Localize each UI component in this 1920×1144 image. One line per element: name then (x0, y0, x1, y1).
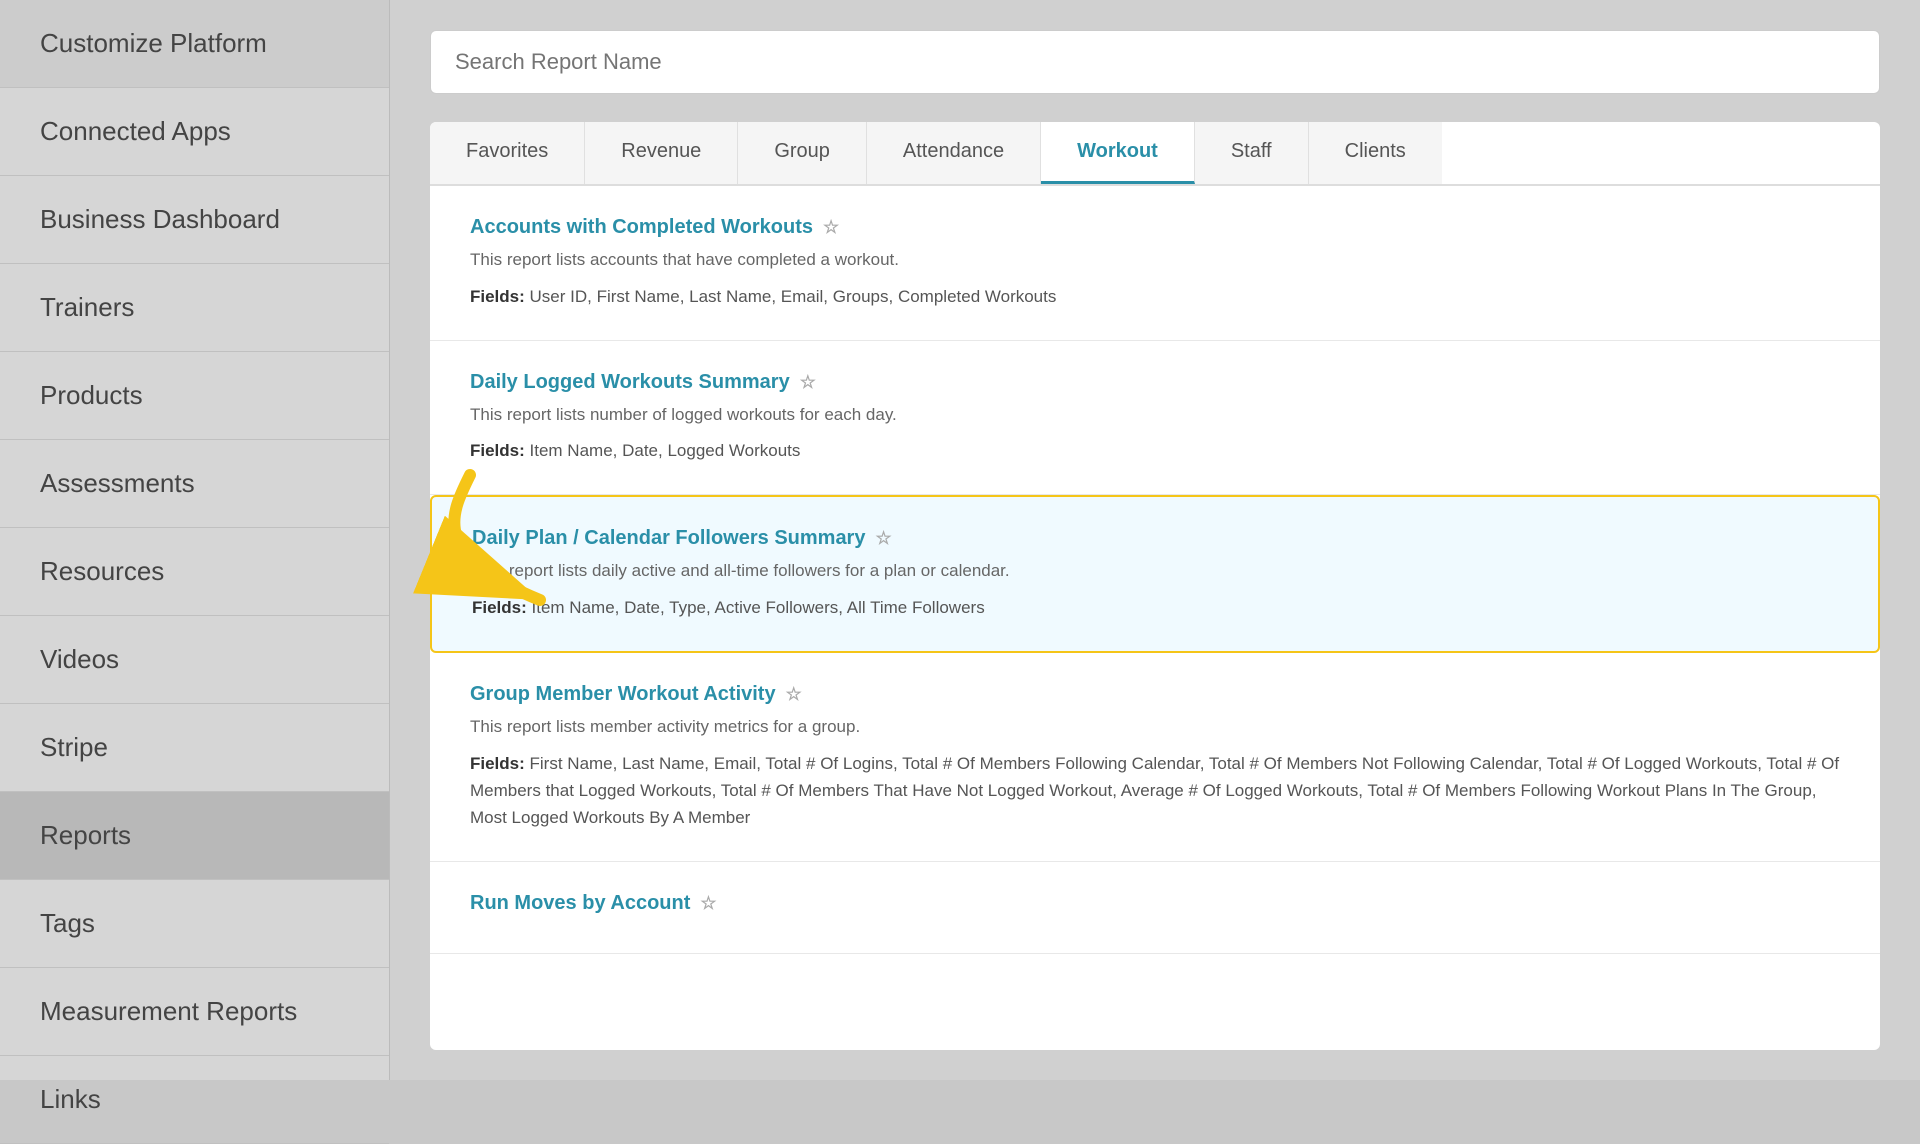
sidebar-item-links[interactable]: Links (0, 1056, 389, 1144)
report-fields-0: Fields: User ID, First Name, Last Name, … (470, 283, 1840, 310)
report-title-text-0: Accounts with Completed Workouts (470, 216, 813, 239)
sidebar-item-products[interactable]: Products (0, 352, 389, 440)
report-fields-1: Fields: Item Name, Date, Logged Workouts (470, 437, 1840, 464)
sidebar-item-connected-apps[interactable]: Connected Apps (0, 88, 389, 176)
report-desc-3: This report lists member activity metric… (470, 714, 1840, 740)
tab-clients[interactable]: Clients (1309, 122, 1442, 184)
sidebar: Customize PlatformConnected AppsBusiness… (0, 0, 390, 1080)
report-desc-2: This report lists daily active and all-t… (472, 558, 1838, 584)
report-item-1[interactable]: Daily Logged Workouts Summary ☆ This repor… (430, 341, 1880, 496)
star-icon-0[interactable]: ☆ (823, 217, 839, 238)
report-fields-2: Fields: Item Name, Date, Type, Active Fo… (472, 594, 1838, 621)
tab-staff[interactable]: Staff (1195, 122, 1309, 184)
star-icon-4[interactable]: ☆ (700, 893, 716, 914)
tab-revenue[interactable]: Revenue (585, 122, 738, 184)
report-title-2: Daily Plan / Calendar Followers Summary ☆ (472, 527, 1838, 550)
search-input[interactable] (430, 30, 1880, 94)
report-title-1: Daily Logged Workouts Summary ☆ (470, 371, 1840, 394)
report-title-text-1: Daily Logged Workouts Summary (470, 371, 790, 394)
sidebar-item-trainers[interactable]: Trainers (0, 264, 389, 352)
report-desc-0: This report lists accounts that have com… (470, 247, 1840, 273)
sidebar-item-resources[interactable]: Resources (0, 528, 389, 616)
tab-favorites[interactable]: Favorites (430, 122, 585, 184)
report-item-0[interactable]: Accounts with Completed Workouts ☆ This re… (430, 186, 1880, 341)
sidebar-item-assessments[interactable]: Assessments (0, 440, 389, 528)
sidebar-item-videos[interactable]: Videos (0, 616, 389, 704)
tab-attendance[interactable]: Attendance (867, 122, 1041, 184)
report-item-2[interactable]: Daily Plan / Calendar Followers Summary ☆… (430, 495, 1880, 653)
report-desc-1: This report lists number of logged worko… (470, 402, 1840, 428)
reports-list: Accounts with Completed Workouts ☆ This re… (430, 186, 1880, 1050)
report-title-text-2: Daily Plan / Calendar Followers Summary (472, 527, 865, 550)
report-title-3: Group Member Workout Activity ☆ (470, 683, 1840, 706)
report-item-4[interactable]: Run Moves by Account ☆ (430, 862, 1880, 954)
tab-group[interactable]: Group (738, 122, 867, 184)
report-title-0: Accounts with Completed Workouts ☆ (470, 216, 1840, 239)
report-title-4: Run Moves by Account ☆ (470, 892, 1840, 915)
star-icon-1[interactable]: ☆ (800, 372, 816, 393)
star-icon-2[interactable]: ☆ (875, 528, 891, 549)
sidebar-item-customize-platform[interactable]: Customize Platform (0, 0, 389, 88)
sidebar-item-reports[interactable]: Reports (0, 792, 389, 880)
report-item-3[interactable]: Group Member Workout Activity ☆ This repor… (430, 653, 1880, 862)
report-title-text-4: Run Moves by Account (470, 892, 690, 915)
report-fields-3: Fields: First Name, Last Name, Email, To… (470, 750, 1840, 832)
sidebar-item-stripe[interactable]: Stripe (0, 704, 389, 792)
sidebar-item-tags[interactable]: Tags (0, 880, 389, 968)
report-title-text-3: Group Member Workout Activity (470, 683, 776, 706)
tab-workout[interactable]: Workout (1041, 122, 1195, 184)
sidebar-item-measurement-reports[interactable]: Measurement Reports (0, 968, 389, 1056)
sidebar-item-business-dashboard[interactable]: Business Dashboard (0, 176, 389, 264)
star-icon-3[interactable]: ☆ (786, 684, 802, 705)
tabs-bar: FavoritesRevenueGroupAttendanceWorkoutSt… (430, 122, 1880, 186)
